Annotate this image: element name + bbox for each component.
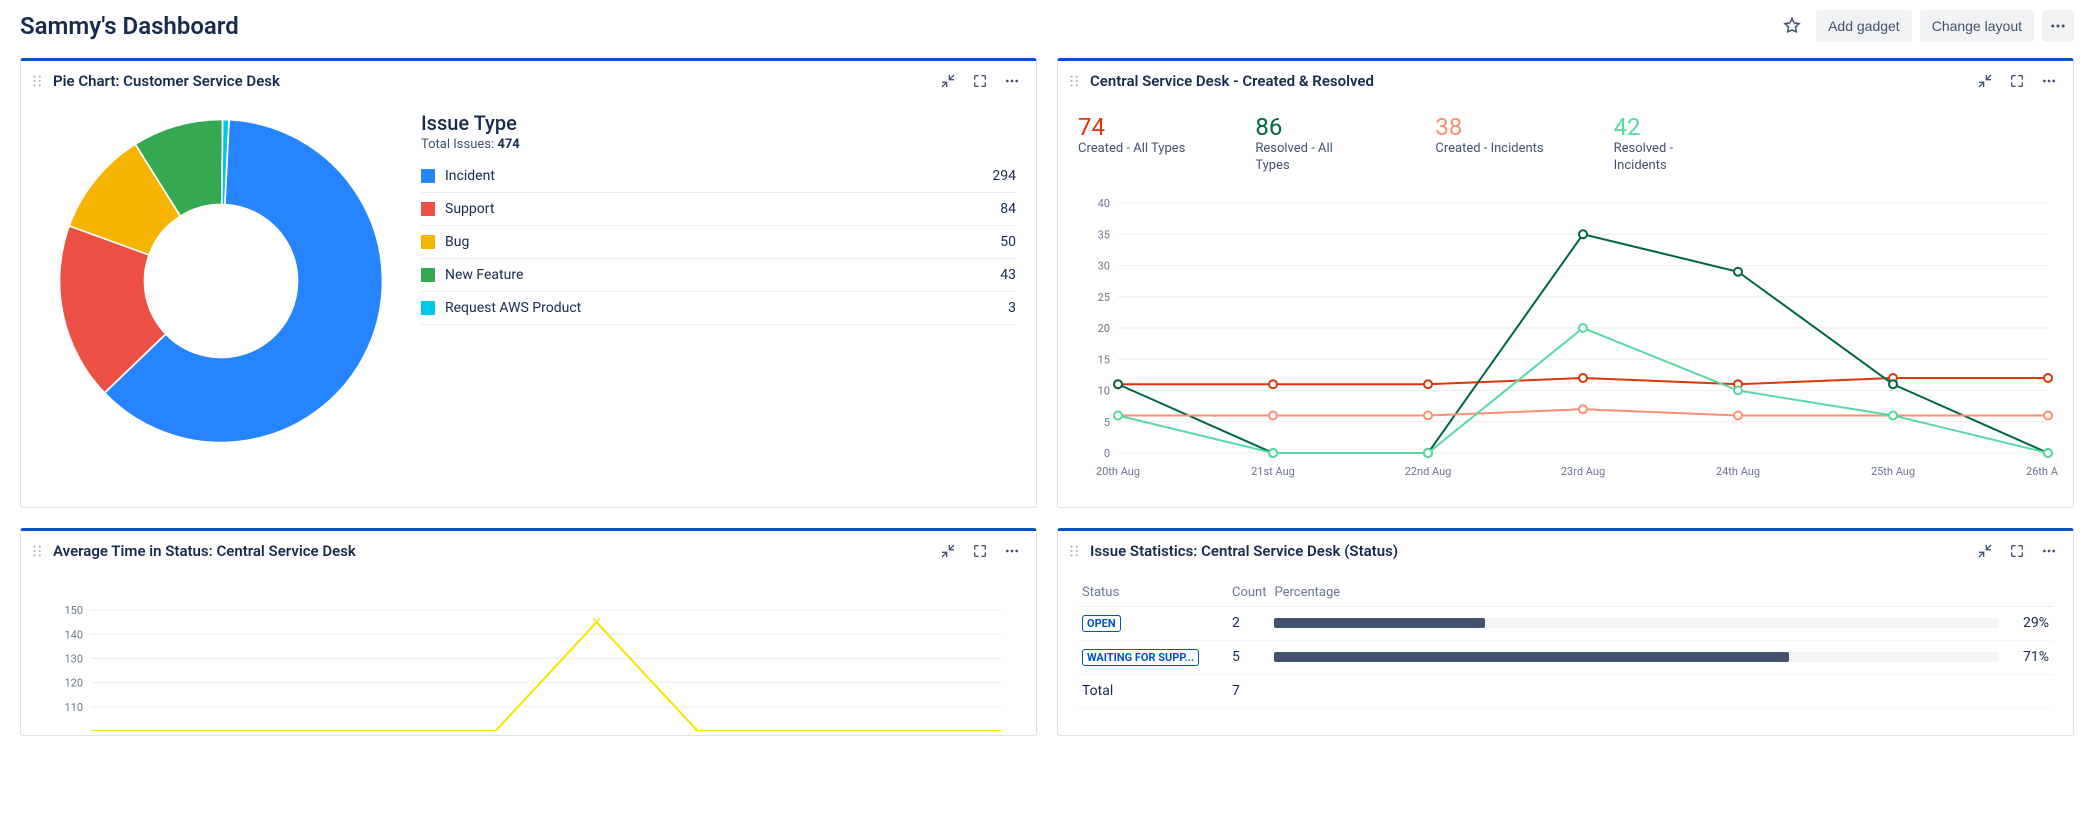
pie-legend-title: Issue Type (421, 111, 1016, 135)
summary-item: 86Resolved - All Types (1255, 113, 1365, 175)
minimize-button[interactable] (1975, 71, 1995, 91)
card-title: Average Time in Status: Central Service … (53, 542, 356, 560)
change-layout-button[interactable]: Change layout (1920, 10, 2034, 42)
svg-text:150: 150 (64, 604, 83, 617)
stats-total-value: 7 (1228, 674, 1270, 707)
svg-text:110: 110 (64, 701, 83, 714)
count-cell: 5 (1228, 640, 1270, 674)
card-avg-time: Average Time in Status: Central Service … (20, 528, 1037, 736)
summary-item: 38Created - Incidents (1435, 113, 1543, 175)
line-chart: 0 5 10 15 20 25 30 35 40 20th Aug 21st Aug 22nd Aug… (1078, 193, 2058, 483)
collapse-icon (1977, 73, 1993, 89)
card-more-button[interactable] (1002, 71, 1022, 91)
more-icon (2041, 73, 2057, 89)
minimize-button[interactable] (938, 541, 958, 561)
summary-item: 74Created - All Types (1078, 113, 1185, 175)
more-icon (1004, 73, 1020, 89)
pie-total: Total Issues: 474 (421, 137, 1016, 152)
svg-text:24th Aug: 24th Aug (1716, 465, 1760, 478)
svg-text:10: 10 (1098, 384, 1110, 397)
header-actions: Add gadget Change layout (1776, 10, 2074, 42)
svg-text:22nd Aug: 22nd Aug (1405, 465, 1452, 478)
drag-handle-icon[interactable] (1068, 544, 1082, 558)
card-created-resolved: Central Service Desk - Created & Resolve… (1057, 58, 2074, 508)
legend-row[interactable]: New Feature43 (421, 259, 1016, 292)
collapse-icon (940, 543, 956, 559)
avg-time-chart: 110 120 130 140 150 ✕ (51, 581, 1011, 731)
pct-bar (1274, 618, 1999, 628)
svg-text:25: 25 (1098, 291, 1110, 304)
minimize-button[interactable] (1975, 541, 1995, 561)
svg-text:35: 35 (1098, 228, 1110, 241)
collapse-icon (940, 73, 956, 89)
drag-handle-icon[interactable] (31, 544, 45, 558)
col-status: Status (1078, 579, 1228, 607)
svg-text:0: 0 (1104, 447, 1110, 460)
svg-text:20: 20 (1098, 322, 1110, 335)
star-icon (1782, 16, 1802, 36)
status-badge: OPEN (1082, 615, 1121, 632)
more-icon (1004, 543, 1020, 559)
maximize-button[interactable] (970, 541, 990, 561)
svg-text:21st Aug: 21st Aug (1251, 465, 1295, 478)
more-icon (2049, 17, 2067, 35)
legend-row[interactable]: Bug50 (421, 226, 1016, 259)
pie-chart (51, 111, 391, 451)
card-more-button[interactable] (2039, 541, 2059, 561)
card-pie: Pie Chart: Customer Service Desk Issue T… (20, 58, 1037, 508)
summary-item: 42Resolved - Incidents (1614, 113, 1724, 175)
legend-row[interactable]: Incident294 (421, 160, 1016, 193)
more-icon (2041, 543, 2057, 559)
svg-text:120: 120 (64, 676, 83, 689)
card-title: Central Service Desk - Created & Resolve… (1090, 72, 1374, 90)
svg-text:23rd Aug: 23rd Aug (1561, 465, 1605, 478)
legend-row[interactable]: Request AWS Product3 (421, 292, 1016, 325)
svg-text:20th Aug: 20th Aug (1096, 465, 1140, 478)
add-gadget-button[interactable]: Add gadget (1816, 10, 1912, 42)
col-count: Count (1228, 579, 1270, 607)
expand-icon (2009, 543, 2025, 559)
drag-handle-icon[interactable] (31, 74, 45, 88)
svg-text:15: 15 (1098, 353, 1110, 366)
svg-text:130: 130 (64, 652, 83, 665)
table-row[interactable]: WAITING FOR SUPP... 5 71% (1078, 640, 2053, 674)
minimize-button[interactable] (938, 71, 958, 91)
maximize-button[interactable] (2007, 541, 2027, 561)
count-cell: 2 (1228, 606, 1270, 640)
expand-icon (972, 543, 988, 559)
stats-total-label: Total (1078, 674, 1228, 707)
header-more-button[interactable] (2042, 10, 2074, 42)
svg-text:30: 30 (1098, 259, 1110, 272)
svg-text:40: 40 (1098, 197, 1110, 210)
stats-table: Status Count Percentage OPEN 2 29% WAITI… (1078, 579, 2053, 708)
page-title: Sammy's Dashboard (20, 12, 239, 40)
svg-text:140: 140 (64, 628, 83, 641)
svg-text:5: 5 (1104, 416, 1110, 429)
card-title: Issue Statistics: Central Service Desk (… (1090, 542, 1398, 560)
col-pct: Percentage (1270, 579, 2003, 607)
star-button[interactable] (1776, 10, 1808, 42)
pie-legend-table: Incident294Support84Bug50New Feature43Re… (421, 160, 1016, 325)
maximize-button[interactable] (2007, 71, 2027, 91)
card-more-button[interactable] (1002, 541, 1022, 561)
collapse-icon (1977, 543, 1993, 559)
status-badge: WAITING FOR SUPP... (1082, 649, 1199, 666)
svg-text:25th Aug: 25th Aug (1871, 465, 1915, 478)
expand-icon (972, 73, 988, 89)
pct-value: 71% (2003, 640, 2053, 674)
table-row[interactable]: OPEN 2 29% (1078, 606, 2053, 640)
pct-value: 29% (2003, 606, 2053, 640)
maximize-button[interactable] (970, 71, 990, 91)
drag-handle-icon[interactable] (1068, 74, 1082, 88)
pct-bar (1274, 652, 1999, 662)
svg-text:✕: ✕ (591, 615, 602, 630)
expand-icon (2009, 73, 2025, 89)
summary-row: 74Created - All Types 86Resolved - All Ty… (1058, 101, 2073, 183)
card-more-button[interactable] (2039, 71, 2059, 91)
svg-text:26th Aug: 26th Aug (2026, 465, 2058, 478)
card-title: Pie Chart: Customer Service Desk (53, 72, 280, 90)
legend-row[interactable]: Support84 (421, 193, 1016, 226)
card-issue-stats: Issue Statistics: Central Service Desk (… (1057, 528, 2074, 736)
